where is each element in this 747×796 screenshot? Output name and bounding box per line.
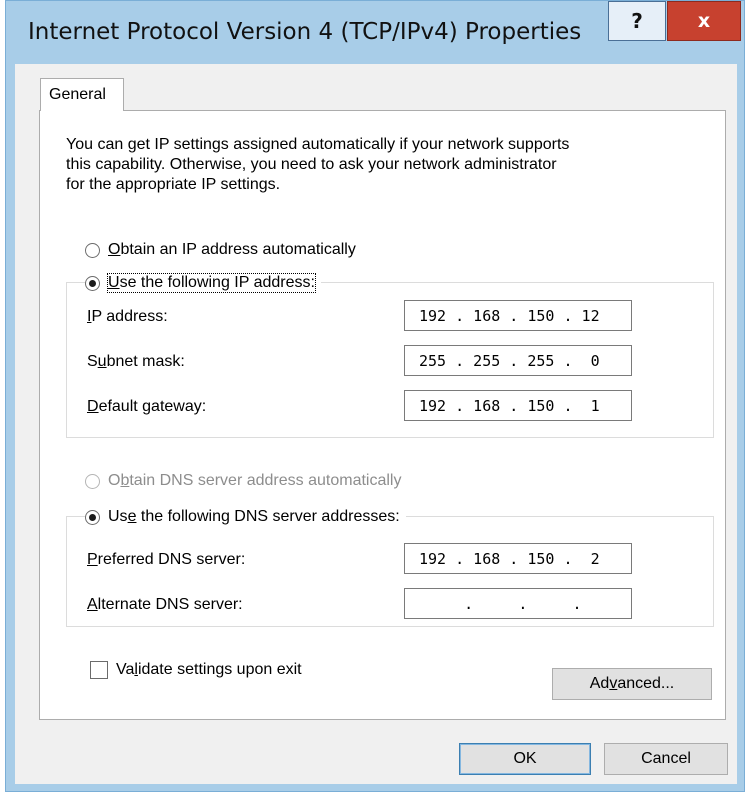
dialog-client-area: General You can get IP settings assigned… [15, 64, 737, 784]
ip-address-input[interactable]: 192 . 168 . 150 . 12 [404, 300, 632, 331]
ip-address-group: IP address: 192 . 168 . 150 . 12 Subnet … [66, 282, 714, 438]
close-icon: x [697, 10, 711, 32]
subnet-mask-input[interactable]: 255 . 255 . 255 . 0 [404, 345, 632, 376]
subnet-mask-label: Subnet mask: [87, 353, 185, 370]
use-following-ip-radio[interactable]: Use the following IP address: [85, 273, 321, 293]
help-icon: ? [631, 9, 643, 33]
advanced-button-label: Advanced... [589, 675, 675, 692]
alternate-dns-input[interactable]: . . . [404, 588, 632, 619]
validate-settings-checkbox[interactable]: Validate settings upon exit [90, 661, 302, 679]
checkbox-box[interactable] [90, 661, 108, 679]
default-gateway-label: Default gateway: [87, 398, 207, 415]
radio-button-disabled[interactable] [85, 473, 100, 489]
obtain-dns-auto-label: Obtain DNS server address automatically [108, 472, 402, 489]
dns-server-group: Preferred DNS server: 192 . 168 . 150 . … [66, 516, 714, 627]
use-following-ip-label: Use the following IP address: [107, 273, 316, 293]
preferred-dns-label: Preferred DNS server: [87, 551, 246, 568]
dialog-window: Internet Protocol Version 4 (TCP/IPv4) P… [5, 0, 745, 792]
obtain-ip-auto-radio[interactable]: Obtain an IP address automatically [85, 241, 362, 259]
general-tab-panel: You can get IP settings assigned automat… [39, 110, 726, 720]
radio-button-unchecked[interactable] [85, 242, 100, 258]
help-button[interactable]: ? [608, 1, 666, 41]
use-following-dns-label: Use the following DNS server addresses: [108, 508, 400, 525]
validate-settings-label: Validate settings upon exit [116, 661, 302, 678]
close-button[interactable]: x [667, 1, 741, 41]
default-gateway-input[interactable]: 192 . 168 . 150 . 1 [404, 390, 632, 421]
cancel-button[interactable]: Cancel [604, 743, 728, 775]
advanced-button[interactable]: Advanced... [552, 668, 712, 700]
ok-button[interactable]: OK [459, 743, 591, 775]
radio-button-checked[interactable] [85, 509, 100, 525]
preferred-dns-input[interactable]: 192 . 168 . 150 . 2 [404, 543, 632, 574]
obtain-dns-auto-radio[interactable]: Obtain DNS server address automatically [85, 472, 408, 490]
tab-general[interactable]: General [40, 78, 124, 111]
radio-button-checked[interactable] [85, 275, 100, 291]
tab-general-label: General [49, 86, 106, 103]
intro-text: You can get IP settings assigned automat… [66, 136, 570, 193]
ip-address-label: IP address: [87, 308, 168, 325]
obtain-ip-auto-label: Obtain an IP address automatically [108, 241, 356, 258]
use-following-dns-radio[interactable]: Use the following DNS server addresses: [85, 508, 406, 526]
window-title: Internet Protocol Version 4 (TCP/IPv4) P… [28, 19, 582, 45]
alternate-dns-label: Alternate DNS server: [87, 596, 243, 613]
